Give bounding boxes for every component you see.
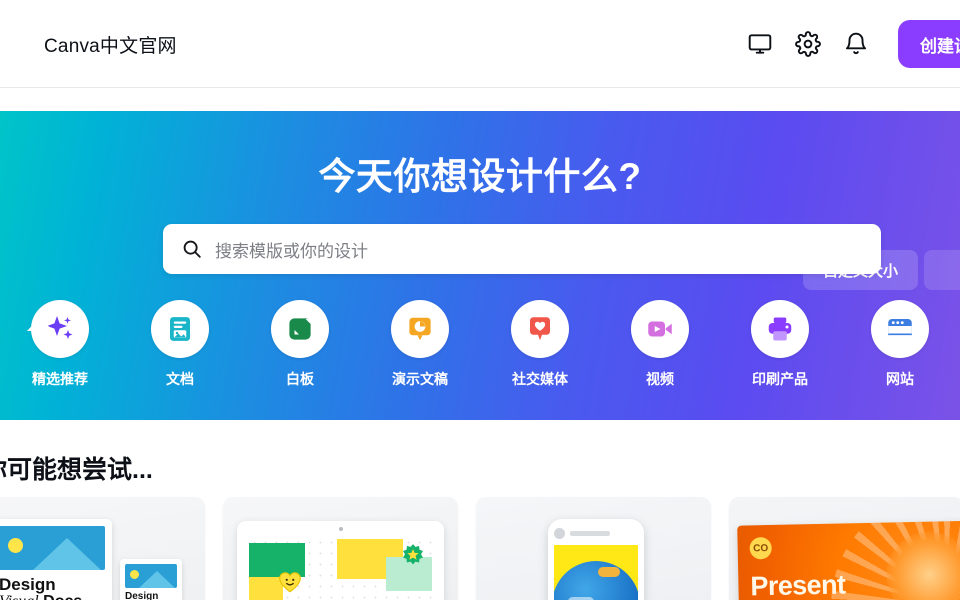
- settings-gear-icon[interactable]: [784, 20, 832, 68]
- webcam-dot-icon: [338, 527, 343, 531]
- phone-mockup: PERFECT POST: [548, 519, 644, 600]
- globe-shape-icon: [554, 561, 638, 600]
- active-category-pointer: [27, 317, 53, 331]
- doc-headline-1: Design: [0, 575, 56, 594]
- category-label: 网站: [886, 371, 914, 387]
- search-bar[interactable]: 搜索模版或你的设计: [163, 224, 881, 274]
- smiley-heart-icon: [277, 569, 303, 595]
- doc-small-headline-1: Design: [125, 591, 159, 600]
- post-artwork: PERFECT POST: [554, 545, 638, 600]
- display-monitor-icon[interactable]: [736, 20, 784, 68]
- social-post-card[interactable]: PERFECT POST: [476, 497, 711, 600]
- site-title: Canva中文官网: [44, 36, 177, 57]
- header-actions: 创建设计: [736, 0, 960, 88]
- presentation-card[interactable]: CO Present with ease: [729, 497, 960, 600]
- doc-headline-bold: Docs: [43, 593, 82, 600]
- orange-cloud-shape: [598, 567, 620, 577]
- category-item-docs[interactable]: 文档: [120, 300, 240, 389]
- category-row: 精选推荐 文档 白板 演示文稿 社交媒体 视频 印刷产品 网站: [0, 300, 960, 410]
- category-item-whiteboard[interactable]: 白板: [240, 300, 360, 389]
- doc-illustration-small: [125, 564, 177, 588]
- document-icon: [151, 300, 209, 358]
- visual-docs-card[interactable]: Design Visual Docs Design Visual: [0, 497, 205, 600]
- laptop-mockup: Get ideas flowing: [237, 521, 444, 600]
- hero-banner: 今天你想设计什么? 自定义大小 搜索模版或你的设计: [0, 111, 960, 420]
- suggestion-card-row: Design Visual Docs Design Visual: [0, 497, 960, 600]
- green-star-badge-icon: [400, 543, 426, 569]
- category-item-website[interactable]: 网站: [840, 300, 960, 389]
- browser-window-icon: [871, 300, 929, 358]
- category-label: 演示文稿: [392, 371, 448, 387]
- category-label: 文档: [166, 371, 194, 387]
- video-camera-icon: [631, 300, 689, 358]
- canva-heart-logo-icon[interactable]: [0, 28, 20, 62]
- category-label: 社交媒体: [512, 371, 568, 387]
- printer-icon: [751, 300, 809, 358]
- top-header-bar: Canva中文官网 创建: [0, 0, 960, 88]
- category-item-video[interactable]: 视频: [600, 300, 720, 389]
- post-author-row: [554, 525, 638, 541]
- search-icon: [181, 238, 203, 260]
- category-item-social[interactable]: 社交媒体: [480, 300, 600, 389]
- page-title: 今天你想设计什么?: [318, 156, 642, 197]
- author-name-placeholder: [570, 530, 610, 536]
- slide-badge: CO: [749, 536, 772, 560]
- doc-thumbnail-small: Design Visual: [120, 559, 182, 600]
- notifications-bell-icon[interactable]: [832, 20, 880, 68]
- create-design-button[interactable]: 创建设计: [898, 20, 960, 68]
- sun-shape-icon: [8, 538, 23, 553]
- mountain-shape-icon: [33, 538, 101, 570]
- whiteboard-card[interactable]: Get ideas flowing: [223, 497, 458, 600]
- avatar: [554, 527, 565, 539]
- category-label: 印刷产品: [752, 371, 808, 387]
- hero-title-wrapper: 今天你想设计什么?: [0, 146, 960, 200]
- presentation-slide-mockup: CO Present with ease: [737, 520, 960, 600]
- page-root: Canva中文官网 创建 今天你想设计什么? 搜索模版或你的设计 精选推荐 文档…: [0, 0, 960, 600]
- doc-illustration: [0, 526, 105, 570]
- category-item-print[interactable]: 印刷产品: [720, 300, 840, 389]
- heart-bubble-icon: [511, 300, 569, 358]
- whiteboard-canvas: Get ideas flowing: [249, 537, 432, 600]
- secondary-hero-button[interactable]: [924, 250, 960, 290]
- doc-headline-2: Visual Docs: [0, 593, 105, 600]
- category-label: 视频: [646, 371, 674, 387]
- category-item-featured[interactable]: 精选推荐: [0, 300, 120, 389]
- presentation-headline-1: Present: [750, 569, 846, 600]
- category-label: 白板: [286, 371, 314, 387]
- section-title: 你可能想尝试...: [0, 456, 153, 484]
- category-label: 精选推荐: [32, 371, 88, 387]
- doc-headline-italic: Visual: [0, 593, 39, 600]
- category-item-presentation[interactable]: 演示文稿: [360, 300, 480, 389]
- presentation-icon: [391, 300, 449, 358]
- whiteboard-icon: [271, 300, 329, 358]
- search-input-placeholder[interactable]: 搜索模版或你的设计: [215, 237, 368, 262]
- doc-thumbnail-large: Design Visual Docs: [0, 519, 112, 600]
